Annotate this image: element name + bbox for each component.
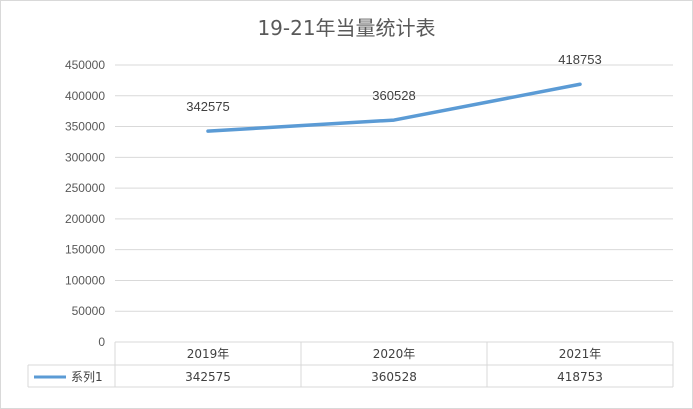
y-tick-label: 450000 — [65, 58, 105, 72]
y-tick-label: 50000 — [72, 304, 106, 318]
y-tick-label: 350000 — [65, 120, 105, 134]
y-tick-label: 300000 — [65, 150, 105, 164]
y-tick-label: 0 — [98, 335, 105, 349]
y-tick-label: 200000 — [65, 212, 105, 226]
y-tick-label: 400000 — [65, 89, 105, 103]
data-label: 360528 — [372, 88, 415, 103]
x-category-label: 2020年 — [373, 347, 416, 361]
x-category-label: 2021年 — [559, 347, 602, 361]
data-label: 342575 — [186, 99, 229, 114]
legend-label: 系列1 — [71, 370, 103, 384]
x-category-label: 2019年 — [187, 347, 230, 361]
y-tick-label: 100000 — [65, 273, 105, 287]
table-value-cell: 360528 — [371, 370, 417, 384]
table-value-cell: 418753 — [557, 370, 603, 384]
y-tick-label: 150000 — [65, 243, 105, 257]
y-tick-label: 250000 — [65, 181, 105, 195]
line-chart: 0 50000 100000 150000 200000 250000 300000 3500… — [27, 52, 674, 388]
table-value-cell: 342575 — [185, 370, 231, 384]
data-label: 418753 — [558, 52, 601, 67]
